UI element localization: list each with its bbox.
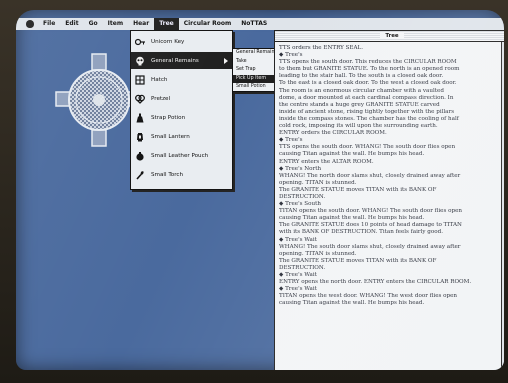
menu-nottas[interactable]: NoTTAS: [236, 18, 272, 30]
torch-icon: [136, 170, 144, 180]
menu-item[interactable]: Item: [103, 18, 128, 30]
transcript-line: The GRANITE STATUE moves TITAN with its …: [279, 186, 437, 193]
transcript-line: cold rock, imposing its will upon the su…: [279, 123, 438, 130]
transcript-line: opening. TITAN is stunned.: [279, 250, 357, 257]
menu-hear[interactable]: Hear: [128, 18, 154, 30]
hatch-icon: [135, 74, 145, 85]
transcript-line: TTS orders the ENTRY SEAL.: [279, 45, 364, 51]
transcript-line: WHANG! The north door slams shut, closel…: [279, 172, 461, 179]
transcript-line: ◆ Tree's: [279, 137, 303, 144]
menu-file[interactable]: File: [38, 18, 60, 30]
transcript-line: inside of ancient stone, rising tightly …: [279, 108, 455, 115]
transcript-line: The GRANITE STATUE does 10 points of hea…: [279, 222, 462, 229]
transcript-line: causing Titan against the wall. He bumps…: [279, 215, 425, 222]
menu-bar: File Edit Go Item Hear Tree Circular Roo…: [16, 18, 504, 30]
menu-item-general-remains[interactable]: General Remains: [131, 52, 232, 69]
menu-item-unicorn-key[interactable]: Unicorn Key: [131, 33, 232, 50]
transcript-line: leading to the stair hall. To the south …: [279, 73, 444, 80]
tree-dropdown-menu: Unicorn Key General Remains Hatch Pretze…: [130, 30, 233, 190]
transcript-line: ◆ Tree's South: [279, 201, 321, 208]
transcript-line: WHANG! The south door slams shut, closel…: [279, 243, 461, 250]
transcript-line: dome, a door mounted at each cardinal co…: [279, 94, 454, 101]
transcript-line: TTS opens the south door. This reduces t…: [279, 59, 457, 66]
transcript-line: ENTRY opens the north door. ENTRY enters…: [279, 279, 472, 286]
menu-go[interactable]: Go: [84, 18, 103, 30]
transcript-line: ENTRY orders the CIRCULAR ROOM.: [279, 130, 387, 137]
transcript-line: ◆ Tree's Wait: [279, 272, 317, 278]
transcript-title: Tree: [380, 33, 404, 39]
transcript-text: TTS orders the ENTRY SEAL. ◆ Tree's TTS o…: [275, 42, 501, 370]
transcript-line: The room is an enormous circular chamber…: [279, 87, 444, 94]
transcript-line: ◆ Tree's: [279, 52, 303, 59]
menu-item-small-leather-pouch[interactable]: Small Leather Pouch: [131, 147, 232, 164]
transcript-line: causing Titan against the wall. He bumps…: [279, 300, 425, 307]
menu-item-small-torch[interactable]: Small Torch: [131, 166, 232, 183]
submenu-arrow-icon: [224, 57, 228, 64]
transcript-line: ENTRY enters the ALTAR ROOM.: [279, 158, 374, 165]
menu-item-hatch[interactable]: Hatch: [131, 71, 232, 88]
menu-edit[interactable]: Edit: [60, 18, 83, 30]
transcript-line: causing Titan against the wall. He bumps…: [279, 151, 425, 158]
transcript-line: inside the compass stones. The chamber h…: [279, 115, 459, 122]
menu-item-small-lantern[interactable]: Small Lantern: [131, 128, 232, 145]
transcript-line: to them but GRANITE STATUE. To the north…: [279, 66, 460, 73]
transcript-window: Tree TTS orders the ENTRY SEAL. ◆ Tree's…: [274, 30, 504, 370]
transcript-line: with its BANK OF DESTRUCTION. Titan feel…: [279, 229, 443, 236]
transcript-line: TTS opens the south door. WHANG! The sou…: [279, 144, 456, 151]
potion-icon: [136, 113, 144, 122]
transcript-line: ◆ Tree's North: [279, 165, 322, 172]
transcript-line: opening. TITAN is stunned.: [279, 179, 357, 186]
transcript-line: the centre stands a huge grey GRANITE ST…: [279, 101, 440, 108]
transcript-title-bar[interactable]: Tree: [275, 31, 504, 42]
menu-circular-room[interactable]: Circular Room: [179, 18, 237, 30]
transcript-scrollbar[interactable]: [501, 42, 504, 370]
key-icon: [135, 38, 145, 45]
lantern-icon: [137, 132, 143, 141]
pouch-icon: [136, 151, 144, 161]
menu-item-pretzel[interactable]: Pretzel: [131, 90, 232, 107]
menu-tree[interactable]: Tree: [154, 18, 179, 30]
transcript-line: ◆ Tree's Wait: [279, 236, 317, 243]
apple-menu-icon[interactable]: [26, 20, 34, 28]
skull-icon: [136, 56, 144, 65]
transcript-line: The GRANITE STATUE moves TITAN with its …: [279, 257, 437, 264]
transcript-line: TITAN opens the west door. WHANG! The we…: [279, 293, 458, 300]
screen: File Edit Go Item Hear Tree Circular Roo…: [16, 10, 504, 370]
transcript-line: To the east is a closed oak door. To the…: [279, 80, 457, 87]
transcript-line: DESTRUCTION.: [279, 264, 326, 271]
menu-item-strap-potion[interactable]: Strap Potion: [131, 109, 232, 126]
transcript-line: TITAN opens the south door. WHANG! The s…: [279, 208, 462, 215]
transcript-line: DESTRUCTION.: [279, 193, 326, 200]
pretzel-icon: [135, 94, 145, 104]
transcript-line: ◆ Tree's Wait: [279, 286, 317, 293]
